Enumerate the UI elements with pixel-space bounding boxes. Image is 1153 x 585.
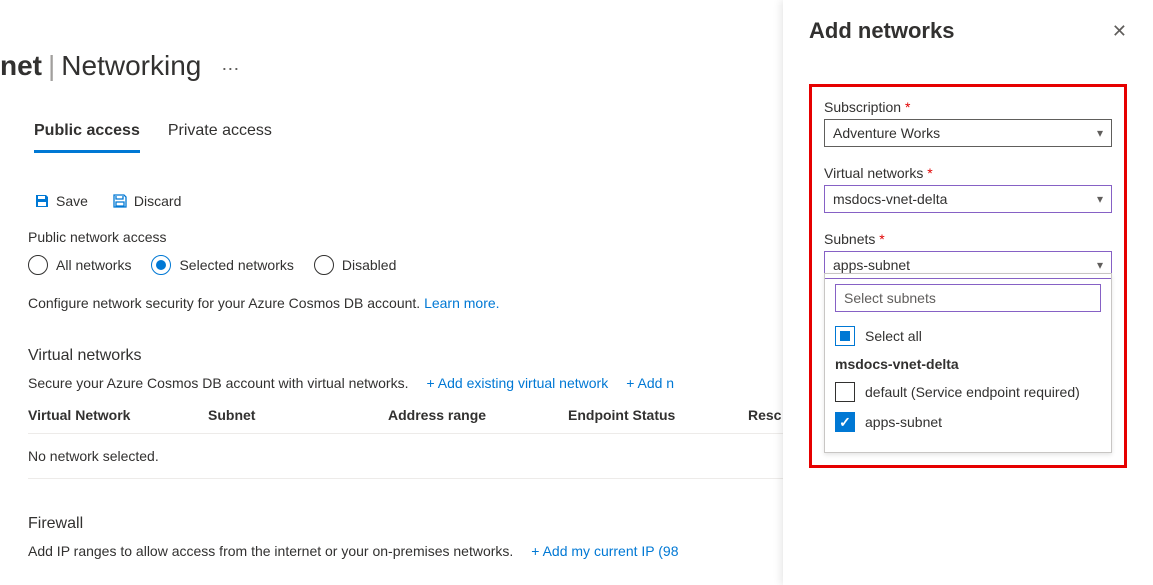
discard-button[interactable]: Discard (112, 193, 181, 209)
radio-circle-icon (314, 255, 334, 275)
subscription-value: Adventure Works (833, 125, 940, 141)
radio-disabled[interactable]: Disabled (314, 255, 396, 275)
tab-public-access[interactable]: Public access (34, 122, 140, 153)
checkbox-checked-icon (835, 412, 855, 432)
chevron-down-icon: ▾ (1097, 258, 1103, 272)
add-networks-blade: Add networks ✕ Subscription * Adventure … (783, 0, 1153, 585)
vnets-value: msdocs-vnet-delta (833, 191, 947, 207)
checkbox-empty-icon (835, 382, 855, 402)
save-button[interactable]: Save (34, 193, 88, 209)
vnets-label: Virtual networks * (824, 165, 1112, 181)
subnet-option-apps[interactable]: apps-subnet (835, 412, 1101, 432)
discard-icon (112, 193, 128, 209)
radio-all-networks[interactable]: All networks (28, 255, 131, 275)
subnet-option-label: apps-subnet (865, 414, 942, 430)
vnets-subtext: Secure your Azure Cosmos DB account with… (28, 375, 409, 391)
subscription-label: Subscription * (824, 99, 1112, 115)
radio-selected-networks[interactable]: Selected networks (151, 255, 293, 275)
subnet-group-heading: msdocs-vnet-delta (835, 356, 1101, 372)
account-name: net (0, 50, 42, 82)
discard-label: Discard (134, 193, 181, 209)
subnet-option-label: default (Service endpoint required) (865, 384, 1080, 400)
radio-circle-icon (28, 255, 48, 275)
radio-circle-selected-icon (151, 255, 171, 275)
blade-title: Add networks (809, 18, 954, 44)
more-icon[interactable]: ⋯ (221, 59, 239, 80)
save-icon (34, 193, 50, 209)
th-virtual-network: Virtual Network (28, 407, 208, 423)
th-address-range: Address range (388, 407, 568, 423)
checkbox-indeterminate-icon (835, 326, 855, 346)
add-current-ip-link[interactable]: + Add my current IP (98 (531, 543, 678, 559)
radio-label: Selected networks (179, 257, 293, 273)
th-subnet: Subnet (208, 407, 388, 423)
highlighted-form: Subscription * Adventure Works ▾ Virtual… (809, 84, 1127, 468)
radio-label: All networks (56, 257, 131, 273)
page-title: Networking (61, 50, 201, 82)
select-all-checkbox[interactable]: Select all (835, 326, 1101, 346)
vnets-dropdown[interactable]: msdocs-vnet-delta ▾ (824, 185, 1112, 213)
config-text: Configure network security for your Azur… (28, 295, 420, 311)
select-all-label: Select all (865, 328, 922, 344)
radio-label: Disabled (342, 257, 396, 273)
subnets-popup: Select subnets Select all msdocs-vnet-de… (824, 273, 1112, 453)
add-new-vnet-link[interactable]: + Add n (626, 375, 674, 391)
subnets-label: Subnets * (824, 231, 1112, 247)
subnet-option-default[interactable]: default (Service endpoint required) (835, 382, 1101, 402)
subscription-dropdown[interactable]: Adventure Works ▾ (824, 119, 1112, 147)
close-icon[interactable]: ✕ (1112, 21, 1127, 42)
chevron-down-icon: ▾ (1097, 126, 1103, 140)
header-separator: | (48, 50, 55, 82)
chevron-down-icon: ▾ (1097, 192, 1103, 206)
th-endpoint-status: Endpoint Status (568, 407, 748, 423)
subnets-value: apps-subnet (833, 257, 910, 273)
learn-more-link[interactable]: Learn more. (424, 295, 499, 311)
save-label: Save (56, 193, 88, 209)
subnet-search-input[interactable]: Select subnets (835, 284, 1101, 312)
tab-private-access[interactable]: Private access (168, 122, 272, 153)
add-existing-vnet-link[interactable]: + Add existing virtual network (427, 375, 609, 391)
firewall-subtext: Add IP ranges to allow access from the i… (28, 543, 513, 559)
